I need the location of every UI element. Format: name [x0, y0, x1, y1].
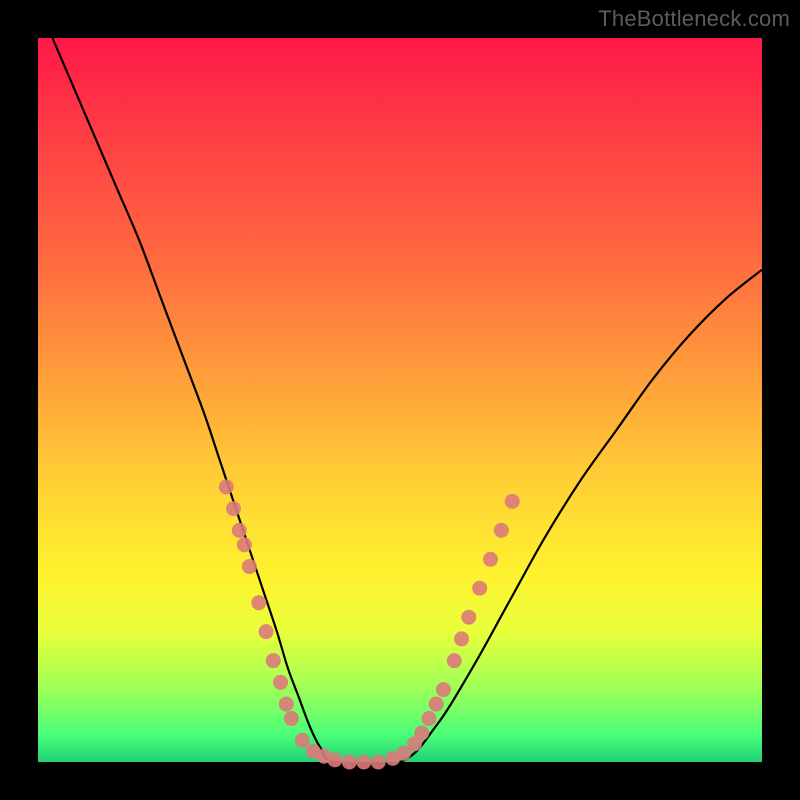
curve-marker — [327, 752, 342, 767]
curve-svg — [38, 38, 762, 762]
chart-frame: TheBottleneck.com — [0, 0, 800, 800]
curve-marker — [505, 494, 520, 509]
curve-marker — [447, 653, 462, 668]
curve-marker — [342, 755, 357, 770]
curve-marker — [232, 523, 247, 538]
curve-marker — [483, 552, 498, 567]
curve-marker — [472, 581, 487, 596]
watermark-text: TheBottleneck.com — [598, 6, 790, 32]
curve-marker — [371, 755, 386, 770]
curve-marker — [226, 501, 241, 516]
curve-marker — [494, 523, 509, 538]
curve-marker — [219, 479, 234, 494]
curve-marker — [295, 733, 310, 748]
curve-marker — [266, 653, 281, 668]
curve-marker — [414, 726, 429, 741]
plot-area — [38, 38, 762, 762]
curve-marker — [421, 711, 436, 726]
curve-marker — [273, 675, 288, 690]
curve-marker — [284, 711, 299, 726]
curve-marker — [429, 697, 444, 712]
curve-marker — [436, 682, 451, 697]
bottleneck-curve — [52, 38, 762, 765]
curve-marker — [251, 595, 266, 610]
curve-marker — [356, 755, 371, 770]
curve-markers — [219, 479, 520, 769]
curve-marker — [461, 610, 476, 625]
curve-marker — [454, 631, 469, 646]
curve-marker — [259, 624, 274, 639]
curve-marker — [237, 537, 252, 552]
curve-marker — [279, 697, 294, 712]
curve-marker — [242, 559, 257, 574]
